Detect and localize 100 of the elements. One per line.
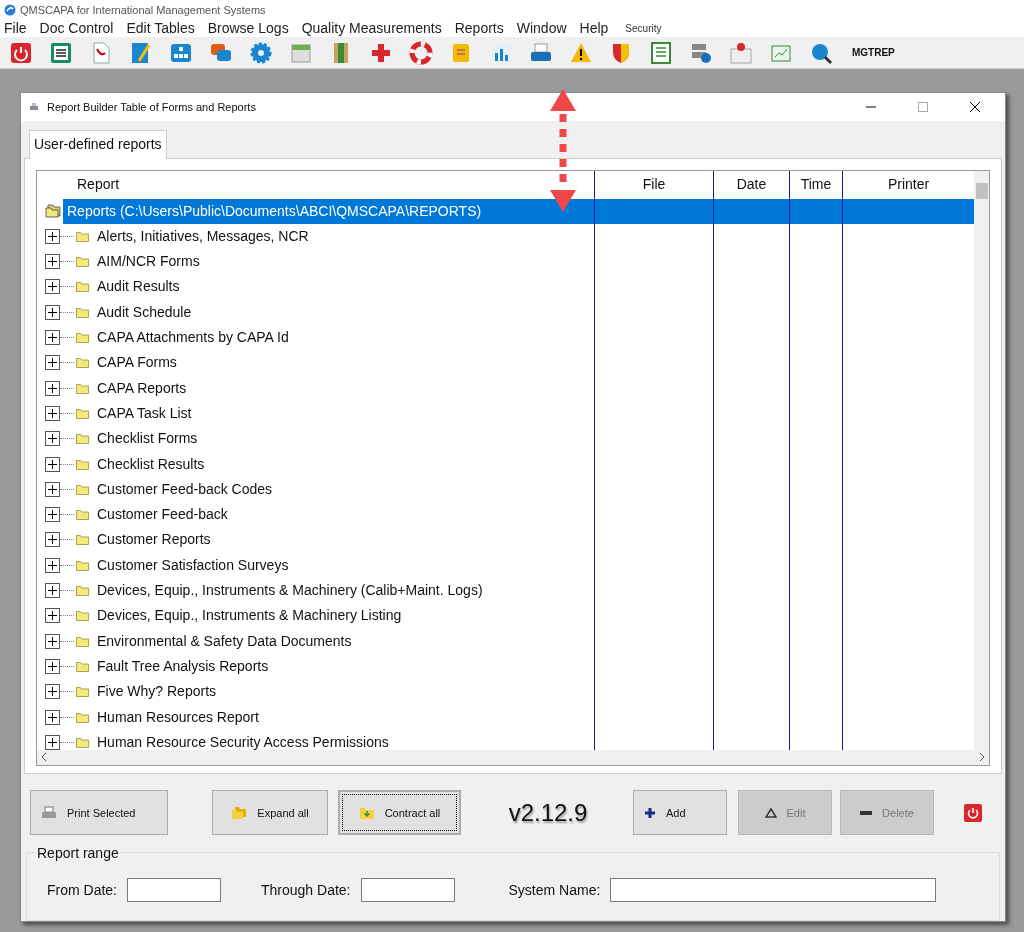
menu-item[interactable]: File xyxy=(4,18,27,39)
tree-item[interactable]: Five Why? Reports xyxy=(97,681,217,703)
tree-item[interactable]: Environmental & Safety Data Documents xyxy=(97,630,352,652)
menu-item[interactable]: Browse Logs xyxy=(207,18,289,39)
expand-icon[interactable] xyxy=(45,557,60,573)
folder-icon xyxy=(76,281,89,293)
menu-item[interactable]: Help xyxy=(579,18,609,39)
tree-item[interactable]: Reports (C:\Users\Public\Documents\ABCI\QMSCAPA\REPORTS) xyxy=(63,198,974,224)
menu-item[interactable]: Security xyxy=(621,21,662,36)
field-label: System Name: xyxy=(508,880,601,900)
expand-icon[interactable] xyxy=(45,481,60,497)
tree-item[interactable]: Audit Results xyxy=(97,276,180,298)
folder-icon xyxy=(76,230,89,242)
folder-icon xyxy=(76,585,89,597)
tree-item[interactable]: Fault Tree Analysis Reports xyxy=(97,655,269,677)
expand-icon[interactable] xyxy=(45,507,60,523)
tree-item[interactable]: Customer Satisfaction Surveys xyxy=(97,554,289,576)
tree-item[interactable]: Human Resource Security Access Permissions xyxy=(97,731,389,753)
field-label: From Date: xyxy=(47,880,117,900)
expand-icon[interactable] xyxy=(45,633,60,649)
tree-item[interactable]: CAPA Reports xyxy=(97,377,187,399)
minus-icon xyxy=(860,809,873,816)
add-button[interactable]: Add xyxy=(633,790,727,836)
folder-icon xyxy=(76,509,89,521)
expand-icon[interactable] xyxy=(45,228,60,244)
expand-icon[interactable] xyxy=(45,608,60,624)
menu-item[interactable]: Doc Control xyxy=(39,18,114,39)
checklist-icon[interactable] xyxy=(649,40,673,65)
tree-item[interactable]: Alerts, Initiatives, Messages, NCR xyxy=(97,225,309,247)
column-header[interactable]: Report xyxy=(37,170,594,199)
input-field[interactable] xyxy=(360,878,455,903)
maximize-icon xyxy=(918,101,928,112)
close-icon xyxy=(970,101,980,112)
expand-icon[interactable] xyxy=(45,532,60,548)
column-header[interactable]: Date xyxy=(713,170,789,199)
tree-item[interactable]: AIM/NCR Forms xyxy=(97,251,200,273)
folder-icon xyxy=(76,686,89,698)
tree-item[interactable]: Audit Schedule xyxy=(97,301,192,323)
folder-icon xyxy=(76,357,89,369)
expand-icon[interactable] xyxy=(45,431,60,447)
person-card-icon[interactable] xyxy=(729,40,753,65)
expand-icon[interactable] xyxy=(45,456,60,472)
folder-icon xyxy=(76,332,89,344)
folder-icon xyxy=(76,610,89,622)
tab[interactable]: User-defined reports xyxy=(29,129,167,159)
pencil-icon[interactable] xyxy=(129,40,153,65)
tree-item[interactable]: Customer Feed-back xyxy=(97,504,228,526)
tree-item[interactable]: Devices, Equip., Instruments & Machinery (Calib+Maint. Logs) xyxy=(97,580,483,602)
gear-icon[interactable] xyxy=(249,40,273,65)
column-header[interactable]: Time xyxy=(789,170,842,199)
menu-item[interactable]: Reports xyxy=(454,18,504,39)
folder-icon xyxy=(76,559,89,571)
expand-button[interactable]: Expand all xyxy=(212,790,328,836)
expand-icon[interactable] xyxy=(45,304,60,320)
expand-icon[interactable] xyxy=(45,355,60,371)
vertical-scrollbar[interactable] xyxy=(974,170,989,750)
expand-icon[interactable] xyxy=(45,684,60,700)
power-icon[interactable] xyxy=(964,803,982,822)
folder-icon xyxy=(76,458,89,470)
toolbar-label: MGTREP xyxy=(851,46,895,60)
tree-item[interactable]: Customer Feed-back Codes xyxy=(97,478,273,500)
expand-icon[interactable] xyxy=(45,254,60,270)
input-field[interactable] xyxy=(610,878,937,903)
tree-item[interactable]: CAPA Forms xyxy=(97,352,177,374)
menu-item[interactable]: Edit Tables xyxy=(126,18,195,39)
expand-icon[interactable] xyxy=(45,330,60,346)
tree-item[interactable]: CAPA Task List xyxy=(97,402,192,424)
expand-icon[interactable] xyxy=(45,279,60,295)
folder-icon xyxy=(76,711,89,723)
print-button[interactable]: Print Selected xyxy=(30,790,168,836)
expand-icon[interactable] xyxy=(45,405,60,421)
tree-item[interactable]: Devices, Equip., Instruments & Machinery Listing xyxy=(97,605,402,627)
folder-arrow-icon xyxy=(358,805,375,820)
field-label: Through Date: xyxy=(261,880,351,900)
printer-icon xyxy=(41,805,57,820)
column-header[interactable]: File xyxy=(594,170,713,199)
menu-item[interactable]: Window xyxy=(516,18,567,39)
tree-item[interactable]: Customer Reports xyxy=(97,529,211,551)
power-icon[interactable] xyxy=(9,40,33,65)
scroll-left-icon[interactable] xyxy=(41,753,47,762)
contract-button[interactable]: Contract all xyxy=(338,790,461,836)
expand-icon[interactable] xyxy=(45,583,60,599)
tree-item[interactable]: Checklist Forms xyxy=(97,428,198,450)
expand-icon[interactable] xyxy=(45,380,60,396)
horizontal-scrollbar[interactable] xyxy=(37,749,989,765)
tree-item[interactable]: CAPA Attachments by CAPA Id xyxy=(97,327,289,349)
expand-icon[interactable] xyxy=(45,658,60,674)
printer-icon xyxy=(29,101,39,112)
expand-icon[interactable] xyxy=(45,709,60,725)
input-field[interactable] xyxy=(127,878,221,903)
menu-item[interactable]: Quality Measurements xyxy=(301,18,442,39)
folder-icon xyxy=(76,382,89,394)
app-logo-icon xyxy=(4,4,16,16)
tree-item[interactable]: Human Resources Report xyxy=(97,706,259,728)
list-icon[interactable] xyxy=(49,40,73,65)
lifebuoy-icon[interactable] xyxy=(409,40,433,65)
expand-icon[interactable] xyxy=(45,734,60,750)
tree-item[interactable]: Checklist Results xyxy=(97,453,205,475)
folder-icon xyxy=(76,534,89,546)
scroll-right-icon[interactable] xyxy=(979,753,985,762)
